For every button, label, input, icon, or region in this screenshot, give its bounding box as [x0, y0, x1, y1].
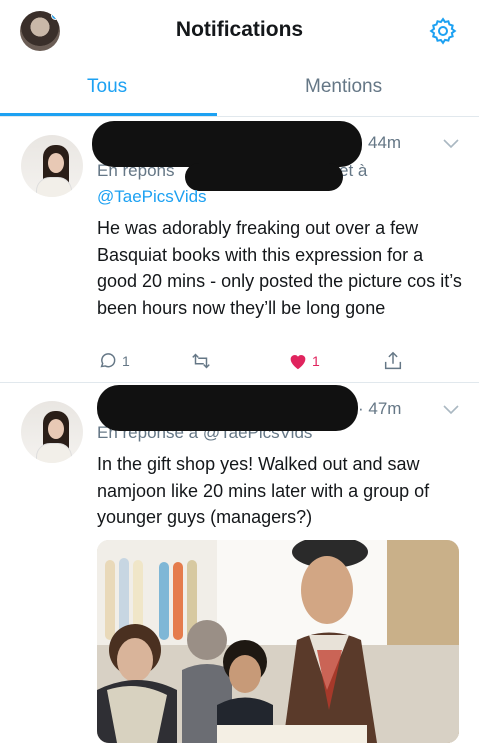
tweet-author-avatar[interactable] — [21, 401, 83, 463]
redacted-handle — [185, 163, 343, 191]
avatar-face — [48, 419, 64, 439]
top-bar: Notifications — [0, 0, 479, 62]
tweet-text: In the gift shop yes! Walked out and saw… — [97, 454, 430, 527]
avatar-face — [48, 153, 64, 173]
reply-handle-link[interactable]: @TaePicsVids — [97, 187, 207, 207]
reply-button[interactable]: 1 — [97, 349, 130, 373]
retweet-icon — [192, 353, 210, 369]
tab-bar: Tous Mentions — [0, 62, 479, 117]
reply-count: 1 — [122, 353, 130, 369]
tweet-time: · 47m — [358, 399, 402, 418]
share-icon — [384, 351, 402, 370]
tweet-text: He was adorably freaking out over a few … — [97, 218, 462, 318]
share-button[interactable] — [382, 349, 404, 373]
gear-icon[interactable] — [428, 16, 458, 46]
page-title: Notifications — [175, 18, 304, 41]
avatar-body — [36, 443, 72, 463]
photo-scene — [97, 540, 459, 743]
notification-tweet[interactable]: En réponse à @TaePicsVids · 47m In the g… — [0, 383, 479, 750]
like-button[interactable]: 1 — [287, 349, 320, 373]
tab-all[interactable]: Tous — [87, 76, 127, 98]
tweet-time: 44m — [368, 133, 402, 152]
chevron-down-icon[interactable] — [443, 139, 459, 149]
heart-icon — [290, 355, 306, 370]
reply-icon — [100, 353, 116, 368]
like-count: 1 — [312, 353, 320, 369]
tweet-actions: 1 1 — [97, 349, 437, 375]
tab-mentions[interactable]: Mentions — [305, 76, 382, 98]
chevron-down-icon[interactable] — [443, 405, 459, 415]
notification-tweet[interactable]: En répons et à 44m @TaePicsVids He was a… — [0, 117, 479, 383]
avatar-body — [36, 177, 72, 197]
active-tab-indicator — [0, 113, 217, 116]
tweet-author-avatar[interactable] — [21, 135, 83, 197]
tweet-photo[interactable] — [97, 540, 459, 743]
redacted-name — [92, 121, 362, 167]
redacted-name — [97, 385, 358, 431]
retweet-button[interactable] — [190, 349, 212, 373]
